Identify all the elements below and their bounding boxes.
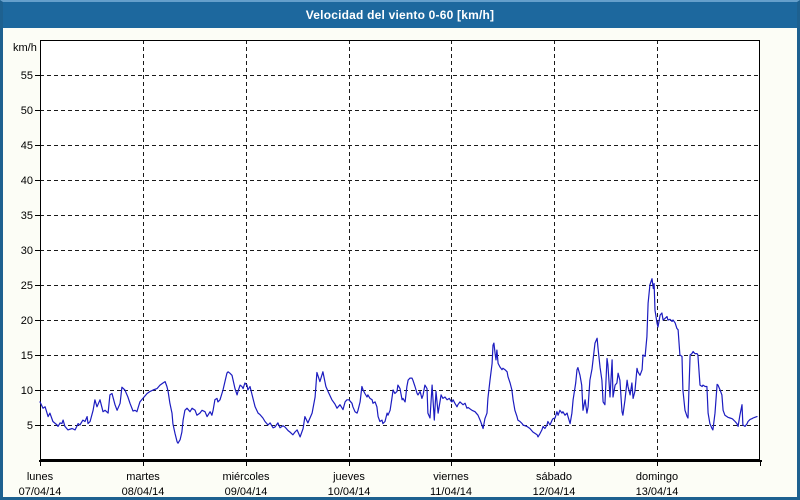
weekday-label: martes [126, 471, 160, 483]
weekday-label: viernes [433, 471, 469, 483]
y-axis-labels: 5 10 15 20 25 30 35 40 45 50 55 [21, 70, 33, 432]
weekday-label: domingo [636, 471, 678, 483]
date-label: 09/04/14 [225, 486, 268, 497]
chart-title-bar: Velocidad del viento 0-60 [km/h] [3, 2, 797, 28]
svg-text:15: 15 [21, 350, 33, 362]
weekday-label: lunes [27, 471, 54, 483]
date-label: 10/04/14 [328, 486, 371, 497]
wind-speed-chart: 5 10 15 20 25 30 35 40 45 50 55 km/h lunes 07/04/14 ma… [3, 28, 797, 497]
svg-text:55: 55 [21, 70, 33, 82]
y-axis-unit-label: km/h [13, 42, 37, 54]
svg-text:40: 40 [21, 175, 33, 187]
date-label: 12/04/14 [533, 486, 576, 497]
svg-text:50: 50 [21, 105, 33, 117]
weekday-label: miércoles [222, 471, 270, 483]
svg-text:35: 35 [21, 210, 33, 222]
date-label: 08/04/14 [122, 486, 165, 497]
chart-title: Velocidad del viento 0-60 [km/h] [306, 8, 494, 22]
date-label: 11/04/14 [430, 486, 472, 497]
svg-text:30: 30 [21, 245, 33, 257]
weekday-label: sábado [536, 471, 572, 483]
svg-text:45: 45 [21, 140, 33, 152]
date-label: 13/04/14 [636, 486, 679, 497]
chart-window: Velocidad del viento 0-60 [km/h] 5 10 15 20… [0, 0, 800, 500]
svg-text:25: 25 [21, 280, 33, 292]
svg-text:5: 5 [27, 420, 33, 432]
date-label: 07/04/14 [19, 486, 62, 497]
svg-text:20: 20 [21, 315, 33, 327]
weekday-label: jueves [332, 471, 365, 483]
x-axis-labels: lunes 07/04/14 martes 08/04/14 miércoles 09/0… [19, 471, 679, 497]
svg-text:10: 10 [21, 385, 33, 397]
